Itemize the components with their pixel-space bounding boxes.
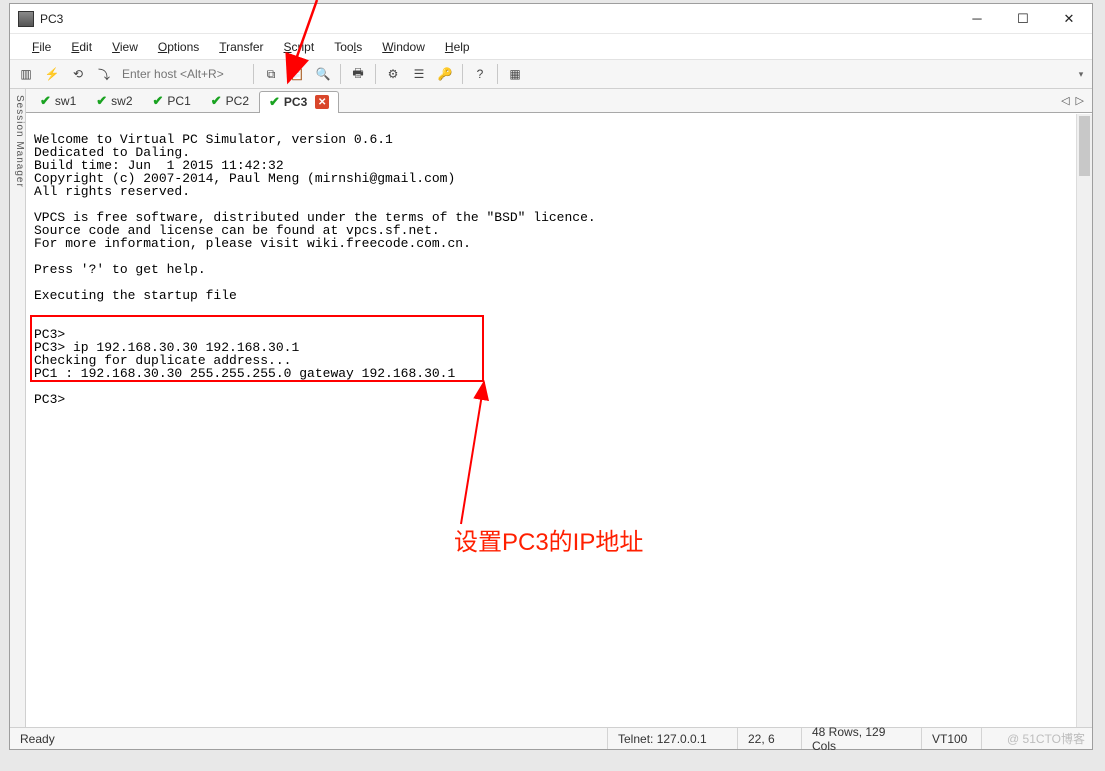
check-icon: ✔ bbox=[269, 94, 280, 110]
terminal-output: Welcome to Virtual PC Simulator, version… bbox=[30, 114, 1076, 727]
host-input[interactable] bbox=[118, 64, 248, 84]
tab-label: PC2 bbox=[226, 94, 249, 108]
copy-icon[interactable]: ⧉ bbox=[259, 63, 283, 85]
menu-bar: File Edit View Options Transfer Script T… bbox=[10, 34, 1092, 60]
tab-pc2[interactable]: ✔ PC2 bbox=[201, 90, 259, 112]
session-tabs: ✔sw1 ✔sw2 ✔PC1 ✔PC2 ✔ PC3 ✕ ◁ ▷ bbox=[26, 89, 1092, 113]
toolbar-overflow-icon[interactable]: ▾ bbox=[1074, 63, 1088, 85]
toolbar-separator bbox=[462, 64, 463, 84]
tab-pc3[interactable]: ✔ PC3 ✕ bbox=[259, 91, 339, 113]
toolbar: ▥ ⚡ ⟲ ⤵ ⧉ 📋 🔍 🖶 ⚙ ☰ 🔑 ? ▦ ▾ bbox=[10, 60, 1092, 89]
check-icon: ✔ bbox=[96, 93, 107, 109]
title-bar: PC3 ─ ☐ ✕ bbox=[10, 4, 1092, 34]
menu-file[interactable]: File bbox=[24, 36, 59, 58]
tab-sw1[interactable]: ✔ sw1 bbox=[30, 90, 86, 112]
paste-icon[interactable]: 📋 bbox=[285, 63, 309, 85]
side-panel-tab[interactable]: Session Manager bbox=[10, 89, 26, 727]
status-cursor-pos: 22, 6 bbox=[738, 728, 802, 749]
toolbar-separator bbox=[253, 64, 254, 84]
session-manager-icon[interactable]: ▥ bbox=[14, 63, 38, 85]
check-icon: ✔ bbox=[153, 93, 164, 109]
menu-script[interactable]: Script bbox=[276, 36, 323, 58]
close-button[interactable]: ✕ bbox=[1046, 4, 1092, 33]
quick-connect-icon[interactable]: ⚡ bbox=[40, 63, 64, 85]
reconnect-icon[interactable]: ⟲ bbox=[66, 63, 90, 85]
terminal-pane[interactable]: Welcome to Virtual PC Simulator, version… bbox=[26, 113, 1092, 727]
tab-close-icon[interactable]: ✕ bbox=[315, 95, 329, 109]
tab-label: PC1 bbox=[167, 94, 190, 108]
menu-transfer[interactable]: Transfer bbox=[211, 36, 271, 58]
check-icon: ✔ bbox=[211, 93, 222, 109]
menu-help[interactable]: Help bbox=[437, 36, 478, 58]
status-ready: Ready bbox=[10, 728, 608, 749]
print-icon[interactable]: 🖶 bbox=[346, 63, 370, 85]
tab-prev-icon[interactable]: ◁ bbox=[1061, 94, 1069, 107]
status-dimensions: 48 Rows, 129 Cols bbox=[802, 728, 922, 749]
session-options-icon[interactable]: ☰ bbox=[407, 63, 431, 85]
scrollbar-thumb[interactable] bbox=[1079, 116, 1090, 176]
status-bar: Ready Telnet: 127.0.0.1 22, 6 48 Rows, 1… bbox=[10, 727, 1092, 749]
status-terminal-type: VT100 bbox=[922, 728, 982, 749]
toolbar-separator bbox=[375, 64, 376, 84]
tab-label: PC3 bbox=[284, 95, 307, 109]
menu-view[interactable]: View bbox=[104, 36, 146, 58]
menu-edit[interactable]: Edit bbox=[63, 36, 100, 58]
help-icon[interactable]: ? bbox=[468, 63, 492, 85]
window-title: PC3 bbox=[40, 12, 954, 26]
minimize-button[interactable]: ─ bbox=[954, 4, 1000, 33]
tab-next-icon[interactable]: ▷ bbox=[1076, 94, 1084, 107]
check-icon: ✔ bbox=[40, 93, 51, 109]
tab-label: sw1 bbox=[55, 94, 76, 108]
find-icon[interactable]: 🔍 bbox=[311, 63, 335, 85]
watermark: @ 51CTO博客 bbox=[1007, 730, 1085, 747]
annotation-label: 设置PC3的IP地址 bbox=[454, 522, 643, 557]
tab-sw2[interactable]: ✔ sw2 bbox=[86, 90, 142, 112]
app-window: PC3 ─ ☐ ✕ File Edit View Options Transfe… bbox=[9, 3, 1093, 750]
key-icon[interactable]: 🔑 bbox=[433, 63, 457, 85]
status-connection: Telnet: 127.0.0.1 bbox=[608, 728, 738, 749]
menu-tools[interactable]: Tools bbox=[326, 36, 370, 58]
maximize-button[interactable]: ☐ bbox=[1000, 4, 1046, 33]
vertical-scrollbar[interactable] bbox=[1076, 114, 1092, 727]
app-icon bbox=[18, 11, 34, 27]
menu-options[interactable]: Options bbox=[150, 36, 207, 58]
tab-label: sw2 bbox=[111, 94, 132, 108]
tab-nav: ◁ ▷ bbox=[1061, 94, 1092, 107]
toolbar-separator bbox=[497, 64, 498, 84]
window-controls: ─ ☐ ✕ bbox=[954, 4, 1092, 33]
settings-icon[interactable]: ⚙ bbox=[381, 63, 405, 85]
menu-window[interactable]: Window bbox=[374, 36, 433, 58]
tab-pc1[interactable]: ✔PC1 bbox=[143, 90, 201, 112]
toolbar-separator bbox=[340, 64, 341, 84]
grid-icon[interactable]: ▦ bbox=[503, 63, 527, 85]
disconnect-icon[interactable]: ⤵ bbox=[92, 63, 116, 85]
main-area: ✔sw1 ✔sw2 ✔PC1 ✔PC2 ✔ PC3 ✕ ◁ ▷ Welcome … bbox=[26, 89, 1092, 727]
annotation-highlight-box bbox=[30, 315, 484, 382]
content-area: Session Manager ✔sw1 ✔sw2 ✔PC1 ✔PC2 ✔ PC… bbox=[10, 89, 1092, 727]
